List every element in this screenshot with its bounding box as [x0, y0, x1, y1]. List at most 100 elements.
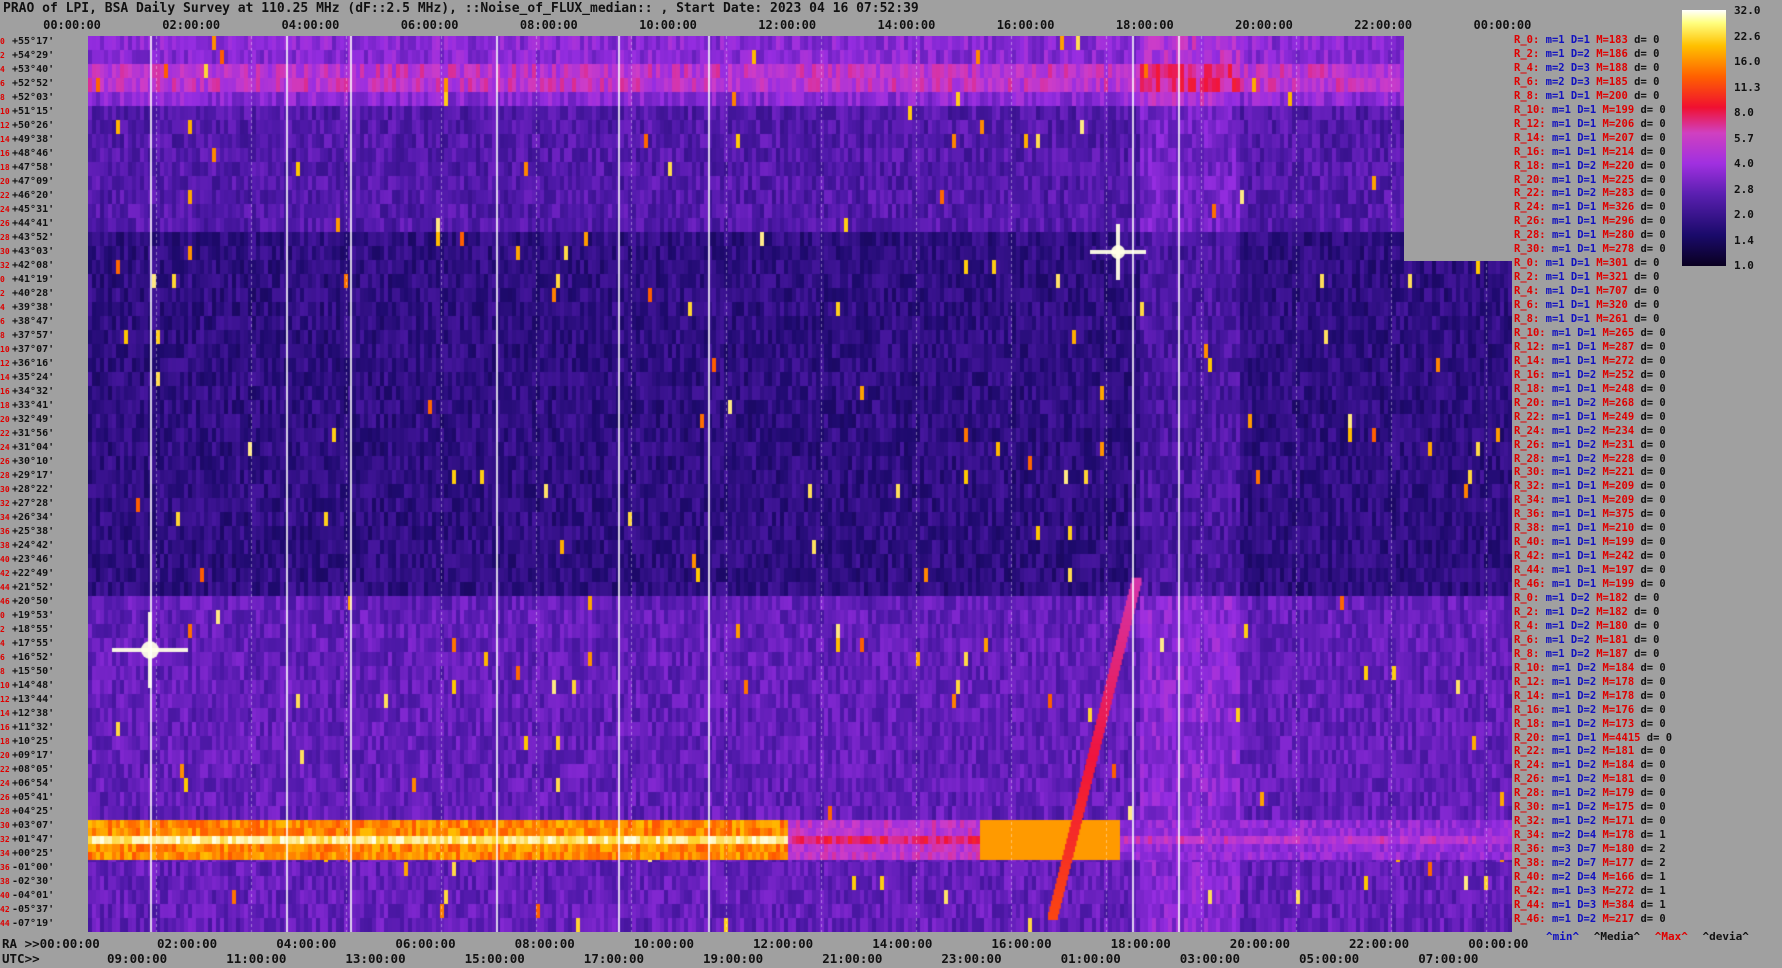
stats-r-value: R_22:: [1514, 187, 1546, 200]
stats-r-value: R_4:: [1514, 61, 1540, 74]
stats-d-value: D=2: [1577, 689, 1597, 702]
stats-r-value: R_32:: [1514, 480, 1546, 493]
stats-d-value: d= 0: [1634, 633, 1660, 646]
stats-m-value: m=1: [1551, 410, 1571, 423]
stats-m-value: m=1: [1551, 368, 1571, 381]
dec-label: 18 +10°25': [0, 737, 54, 747]
stats-m-value: m=1: [1551, 103, 1571, 116]
dec-index: 2: [0, 51, 5, 60]
dec-value: +20°50': [12, 596, 55, 607]
stats-m-value: m=1: [1545, 313, 1565, 325]
dec-index: 30: [0, 821, 10, 830]
heatmap-plot[interactable]: [88, 36, 1512, 932]
stats-r-value: R_6:: [1514, 633, 1540, 646]
stats-m-value: m=1: [1551, 578, 1571, 591]
stats-m-value: m=1: [1551, 564, 1571, 577]
stats-d-value: d= 0: [1640, 675, 1666, 688]
stats-row: R_28: m=1 D=2 M=228 d= 0: [1514, 453, 1666, 465]
stats-d-value: D=1: [1577, 145, 1597, 158]
dec-value: +41°19': [12, 274, 55, 285]
stats-row: R_30: m=1 D=2 M=221 d= 0: [1514, 466, 1666, 478]
stats-m-value: m=1: [1551, 243, 1571, 256]
stats-r-value: R_36:: [1514, 843, 1546, 856]
stats-r-value: R_36:: [1514, 508, 1546, 521]
stats-r-value: R_4:: [1514, 619, 1540, 632]
stats-m-value: M=176: [1602, 703, 1635, 716]
stats-d-value: D=1: [1570, 285, 1590, 298]
dec-value: +50°26': [12, 120, 55, 131]
dec-index: 12: [0, 359, 10, 368]
stats-row: R_4: m=2 D=3 M=188 d= 0: [1514, 62, 1659, 74]
stats-d-value: d= 1: [1640, 829, 1666, 842]
dec-label: 42 +22°49': [0, 569, 54, 579]
stats-m-value: m=2: [1551, 857, 1571, 870]
page-title: PRAO of LPI, BSA Daily Survey at 110.25 …: [3, 1, 919, 16]
stats-r-value: R_2:: [1514, 271, 1540, 284]
stats-d-value: D=4: [1577, 871, 1597, 883]
stats-m-value: m=1: [1551, 703, 1571, 716]
stats-m-value: M=210: [1602, 522, 1635, 535]
dec-value: +31°56': [12, 428, 55, 439]
dec-value: +12°38': [12, 708, 55, 719]
dec-index: 24: [0, 443, 10, 452]
stats-d-value: D=2: [1577, 187, 1597, 200]
stats-row: R_6: m=1 D=2 M=181 d= 0: [1514, 634, 1659, 646]
stats-m-value: M=197: [1602, 564, 1635, 577]
top-tick-label: 22:00:00: [1354, 18, 1413, 32]
stats-row: R_8: m=1 D=1 M=261 d= 0: [1514, 313, 1659, 325]
stats-row: R_26: m=1 D=2 M=231 d= 0: [1514, 439, 1666, 451]
dec-index: 42: [0, 905, 10, 914]
stats-r-value: R_30:: [1514, 801, 1546, 814]
stats-d-value: d= 0: [1640, 159, 1666, 172]
stats-row: R_34: m=1 D=1 M=209 d= 0: [1514, 494, 1666, 506]
stats-m-value: m=1: [1545, 285, 1565, 298]
stats-m-value: M=320: [1596, 299, 1628, 312]
stats-d-value: D=1: [1577, 382, 1597, 395]
dec-index: 18: [0, 737, 10, 746]
stats-m-value: M=707: [1596, 285, 1628, 298]
stats-m-value: M=177: [1602, 857, 1635, 870]
stats-r-value: R_8:: [1514, 313, 1540, 325]
stats-d-value: D=1: [1577, 229, 1597, 242]
stats-m-value: M=206: [1602, 117, 1635, 130]
stats-r-value: R_28:: [1514, 229, 1546, 242]
dec-index: 30: [0, 485, 10, 494]
stats-m-value: m=1: [1551, 773, 1571, 786]
top-tick-label: 14:00:00: [877, 18, 936, 32]
stats-m-value: M=221: [1602, 466, 1635, 479]
dec-label: 44 -07°19': [0, 919, 54, 929]
stats-m-value: m=1: [1551, 898, 1571, 911]
dec-value: +38°47': [12, 316, 55, 327]
dec-value: +15°50': [12, 666, 55, 677]
dec-value: +31°04': [12, 442, 55, 453]
stats-m-value: m=1: [1551, 759, 1571, 772]
dec-label: 6 +16°52': [0, 653, 54, 663]
dec-value: +27°28': [12, 498, 55, 509]
stats-d-value: d= 0: [1634, 619, 1660, 632]
top-tick-label: 00:00:00: [1473, 18, 1532, 32]
stats-r-value: R_42:: [1514, 884, 1546, 897]
dec-index: 34: [0, 513, 10, 522]
dec-index: 8: [0, 667, 5, 676]
heatmap-canvas[interactable]: [88, 36, 1512, 932]
stats-d-value: D=1: [1577, 731, 1597, 744]
ra-tick-label: 14:00:00: [872, 936, 933, 951]
dec-label: 8 +52°03': [0, 93, 54, 103]
dec-value: -04°01': [12, 890, 55, 901]
dec-value: +30°10': [12, 456, 55, 467]
stats-d-value: D=1: [1577, 564, 1597, 577]
dec-label: 26 +30°10': [0, 457, 54, 467]
stats-m-value: M=220: [1602, 159, 1635, 172]
stats-m-value: m=1: [1551, 326, 1571, 339]
stats-m-value: m=1: [1545, 34, 1565, 46]
stats-row: R_40: m=2 D=4 M=166 d= 1: [1514, 871, 1666, 883]
stats-d-value: D=2: [1570, 47, 1590, 60]
dec-value: -02°30': [12, 876, 55, 887]
dec-label: 10 +37°07': [0, 345, 54, 355]
stats-row: R_20: m=1 D=1 M=4415 d= 0: [1514, 732, 1672, 744]
stats-r-value: R_18:: [1514, 159, 1546, 172]
stats-r-value: R_14:: [1514, 354, 1546, 367]
stats-row: R_4: m=1 D=1 M=707 d= 0: [1514, 285, 1659, 297]
stats-row: R_30: m=1 D=1 M=278 d= 0: [1514, 243, 1666, 255]
stats-r-value: R_40:: [1514, 536, 1546, 549]
